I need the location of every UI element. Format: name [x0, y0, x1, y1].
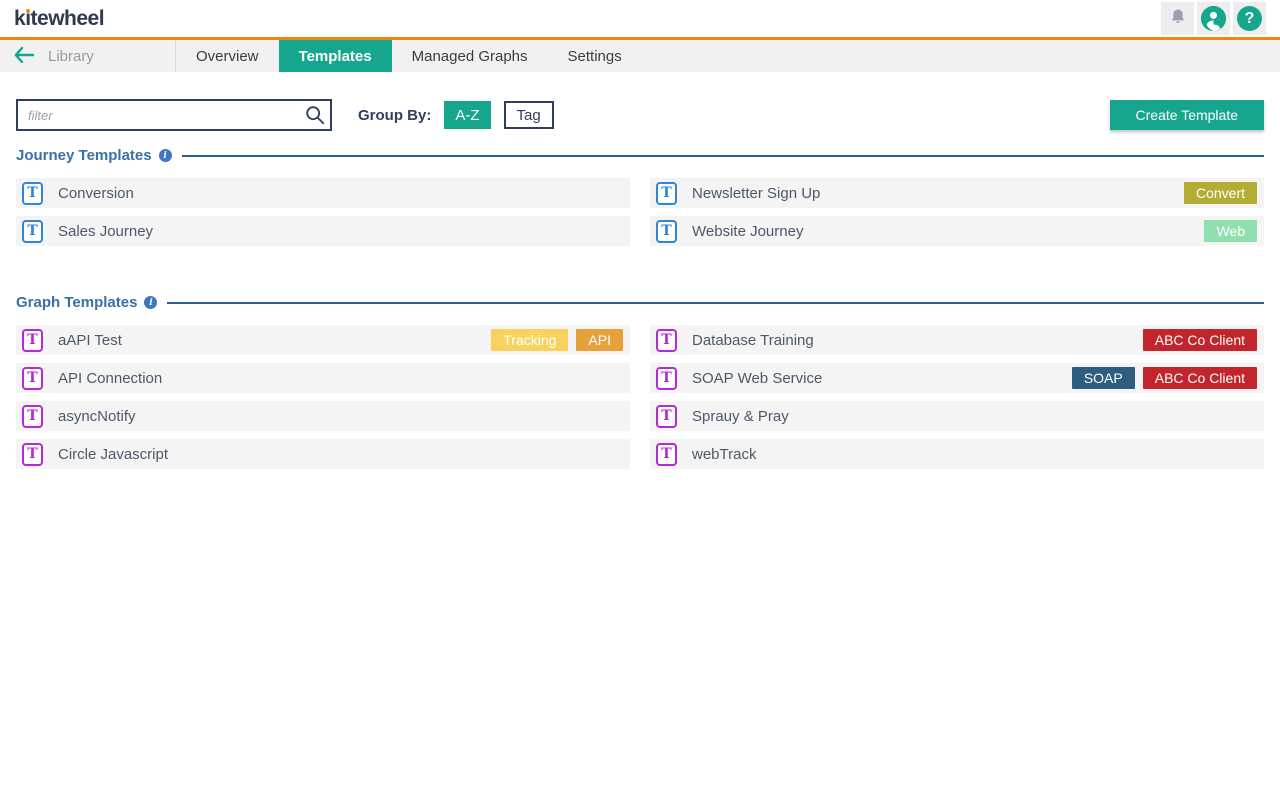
tag-badges: Convert	[1184, 182, 1257, 204]
template-row[interactable]: T API Connection	[16, 363, 630, 393]
breadcrumb-library: Library	[48, 40, 176, 72]
template-type-icon: T	[656, 182, 677, 205]
user-icon	[1201, 6, 1226, 31]
template-name: Circle Javascript	[58, 446, 623, 463]
template-row[interactable]: T Database Training ABC Co Client	[650, 325, 1264, 355]
template-type-icon: T	[22, 367, 43, 390]
tag-badge: ABC Co Client	[1143, 367, 1257, 389]
template-name: API Connection	[58, 370, 623, 387]
template-name: Conversion	[58, 185, 623, 202]
kitewheel-logo: kıtewheel	[14, 7, 104, 31]
info-icon[interactable]: i	[159, 149, 172, 162]
template-name: aAPI Test	[58, 332, 491, 349]
section-header: Graph Templates i	[16, 294, 1264, 311]
tag-badges: ABC Co Client	[1143, 329, 1257, 351]
template-type-icon: T	[656, 405, 677, 428]
tag-badge: ABC Co Client	[1143, 329, 1257, 351]
template-row[interactable]: T Sprauy & Pray	[650, 401, 1264, 431]
tag-badges: SOAP ABC Co Client	[1072, 367, 1257, 389]
tab-settings[interactable]: Settings	[548, 40, 642, 72]
main-content: Group By: A-Z Tag Create Template Journe…	[0, 99, 1280, 469]
template-row[interactable]: T Website Journey Web	[650, 216, 1264, 246]
template-row[interactable]: T Sales Journey	[16, 216, 630, 246]
template-section: Graph Templates i T aAPI Test Tracking AP…	[16, 294, 1264, 469]
search-icon[interactable]	[304, 104, 326, 131]
template-row[interactable]: T aAPI Test Tracking API	[16, 325, 630, 355]
template-type-icon: T	[656, 220, 677, 243]
top-bar: kıtewheel ?	[0, 0, 1280, 40]
section-divider	[182, 155, 1264, 157]
tab-overview[interactable]: Overview	[176, 40, 279, 72]
template-type-icon: T	[22, 182, 43, 205]
template-row[interactable]: T Circle Javascript	[16, 439, 630, 469]
section-title: Graph Templates	[16, 294, 137, 311]
template-row[interactable]: T asyncNotify	[16, 401, 630, 431]
notifications-button[interactable]	[1161, 2, 1194, 35]
template-type-icon: T	[22, 220, 43, 243]
template-type-icon: T	[22, 405, 43, 428]
info-icon[interactable]: i	[144, 296, 157, 309]
section-header: Journey Templates i	[16, 147, 1264, 164]
tag-badge: Web	[1204, 220, 1257, 242]
tag-badge: SOAP	[1072, 367, 1135, 389]
template-grid: T Conversion T Newsletter Sign Up Conver…	[16, 178, 1264, 246]
template-name: Sprauy & Pray	[692, 408, 1257, 425]
template-name: Website Journey	[692, 223, 1204, 240]
toolbar: Group By: A-Z Tag Create Template	[16, 99, 1264, 131]
section-divider	[167, 302, 1264, 304]
group-by-label: Group By:	[358, 107, 431, 124]
create-template-button[interactable]: Create Template	[1110, 100, 1264, 130]
template-row[interactable]: T webTrack	[650, 439, 1264, 469]
template-type-icon: T	[22, 443, 43, 466]
section-title: Journey Templates	[16, 147, 152, 164]
bell-icon	[1168, 7, 1188, 30]
template-name: Sales Journey	[58, 223, 623, 240]
template-row[interactable]: T Newsletter Sign Up Convert	[650, 178, 1264, 208]
back-arrow-icon	[14, 47, 34, 66]
tab-managed-graphs[interactable]: Managed Graphs	[392, 40, 548, 72]
template-name: Newsletter Sign Up	[692, 185, 1184, 202]
template-row[interactable]: T Conversion	[16, 178, 630, 208]
back-button[interactable]	[0, 40, 48, 72]
template-section: Journey Templates i T Conversion T Newsl…	[16, 147, 1264, 246]
template-name: SOAP Web Service	[692, 370, 1072, 387]
tag-badges: Web	[1204, 220, 1257, 242]
filter-input[interactable]	[16, 99, 332, 131]
template-name: asyncNotify	[58, 408, 623, 425]
sections: Journey Templates i T Conversion T Newsl…	[16, 147, 1264, 469]
template-name: Database Training	[692, 332, 1143, 349]
help-button[interactable]: ?	[1233, 2, 1266, 35]
tag-badge: API	[576, 329, 623, 351]
tag-badge: Tracking	[491, 329, 568, 351]
tag-badges: Tracking API	[491, 329, 623, 351]
group-by-tag-button[interactable]: Tag	[504, 101, 554, 129]
tab-templates[interactable]: Templates	[279, 40, 392, 72]
template-grid: T aAPI Test Tracking API T Database Train…	[16, 325, 1264, 469]
template-type-icon: T	[656, 367, 677, 390]
help-icon: ?	[1237, 6, 1262, 31]
user-account-button[interactable]	[1197, 2, 1230, 35]
template-type-icon: T	[656, 329, 677, 352]
template-type-icon: T	[656, 443, 677, 466]
template-type-icon: T	[22, 329, 43, 352]
template-row[interactable]: T SOAP Web Service SOAP ABC Co Client	[650, 363, 1264, 393]
tab-bar: Library Overview Templates Managed Graph…	[0, 40, 1280, 72]
template-name: webTrack	[692, 446, 1257, 463]
group-by-az-button[interactable]: A-Z	[444, 101, 490, 129]
tag-badge: Convert	[1184, 182, 1257, 204]
